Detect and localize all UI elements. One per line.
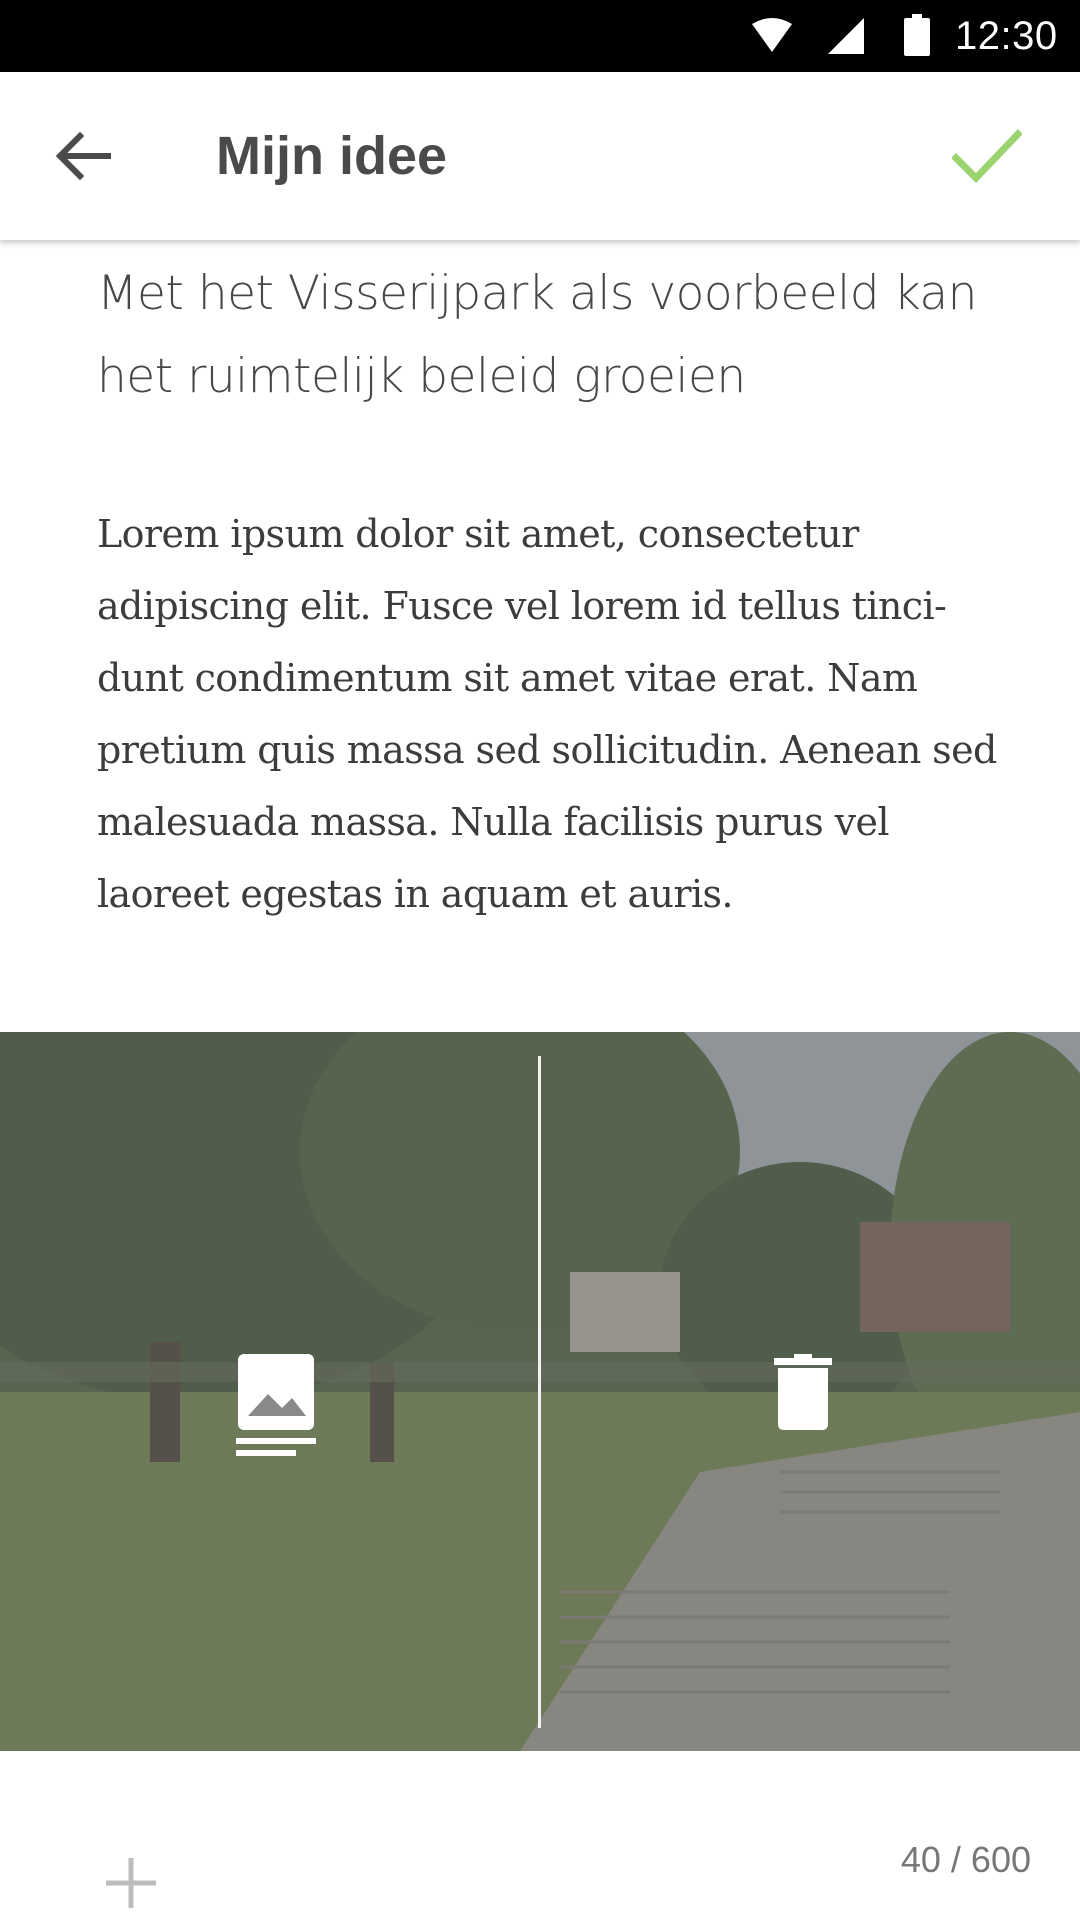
plus-icon[interactable] <box>104 1856 158 1910</box>
status-bar: 12:30 <box>0 0 1080 72</box>
idea-photo <box>0 1032 1080 1751</box>
page-title: Mijn idee <box>216 126 448 186</box>
check-icon[interactable] <box>952 122 1022 192</box>
battery-icon <box>904 14 930 56</box>
image-change-icon[interactable] <box>236 1354 316 1458</box>
app-bar: Mijn idee <box>0 72 1080 240</box>
action-divider <box>538 1056 541 1728</box>
signal-icon <box>828 18 864 54</box>
status-clock: 12:30 <box>955 14 1058 58</box>
character-counter: 40 / 600 <box>900 1839 1031 1880</box>
idea-description[interactable]: Lorem ipsum dolor sit amet, consectetur … <box>97 498 997 930</box>
arrow-left-icon[interactable] <box>52 124 116 188</box>
wifi-icon <box>752 18 792 52</box>
idea-title[interactable]: Met het Visserijpark als voorbeeld kan h… <box>97 252 997 418</box>
trash-icon[interactable] <box>774 1354 832 1430</box>
